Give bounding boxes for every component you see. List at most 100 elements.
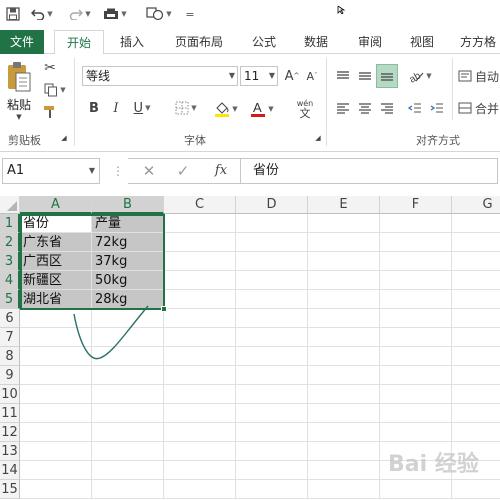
insert-function-icon[interactable]: fx [210, 162, 232, 180]
chevron-down-icon[interactable]: ▼ [89, 159, 95, 183]
cell-c2[interactable] [164, 233, 236, 252]
cell-c6[interactable] [164, 309, 236, 328]
cell-d6[interactable] [236, 309, 308, 328]
font-size-select[interactable]: 11 ▼ [240, 66, 278, 86]
tab-file[interactable]: 文件 [0, 30, 44, 54]
cell-a12[interactable] [20, 423, 92, 442]
cell-g2[interactable] [452, 233, 500, 252]
cell-a9[interactable] [20, 366, 92, 385]
name-box[interactable]: A1 ▼ [2, 158, 100, 184]
cell-g6[interactable] [452, 309, 500, 328]
cell-c12[interactable] [164, 423, 236, 442]
cell-c8[interactable] [164, 347, 236, 366]
cell-b1[interactable]: 产量 [92, 214, 164, 233]
cell-e3[interactable] [308, 252, 380, 271]
cell-d3[interactable] [236, 252, 308, 271]
row-header-13[interactable]: 13 [0, 442, 20, 461]
cell-a11[interactable] [20, 404, 92, 423]
enter-icon[interactable]: ✓ [174, 162, 192, 180]
cell-e13[interactable] [308, 442, 380, 461]
chevron-down-icon[interactable]: ▼ [47, 10, 52, 18]
chevron-down-icon[interactable]: ▼ [145, 104, 150, 112]
cell-e7[interactable] [308, 328, 380, 347]
row-header-3[interactable]: 3 [0, 252, 20, 271]
cell-b13[interactable] [92, 442, 164, 461]
cell-f9[interactable] [380, 366, 452, 385]
cell-g1[interactable] [452, 214, 500, 233]
cell-c11[interactable] [164, 404, 236, 423]
cell-d7[interactable] [236, 328, 308, 347]
border-icon[interactable]: ▼ [172, 98, 200, 118]
column-header-f[interactable]: F [380, 196, 452, 214]
font-color-icon[interactable]: A ▼ [248, 98, 276, 120]
cell-g4[interactable] [452, 271, 500, 290]
row-header-6[interactable]: 6 [0, 309, 20, 328]
redo-icon[interactable]: ▼ [66, 4, 94, 24]
cell-e14[interactable] [308, 461, 380, 480]
row-header-2[interactable]: 2 [0, 233, 20, 252]
column-header-d[interactable]: D [236, 196, 308, 214]
cell-e6[interactable] [308, 309, 380, 328]
cell-e1[interactable] [308, 214, 380, 233]
row-header-11[interactable]: 11 [0, 404, 20, 423]
cell-b10[interactable] [92, 385, 164, 404]
tab-page-layout[interactable]: 页面布局 [164, 30, 234, 54]
cell-c9[interactable] [164, 366, 236, 385]
cell-b14[interactable] [92, 461, 164, 480]
cell-f2[interactable] [380, 233, 452, 252]
cell-a10[interactable] [20, 385, 92, 404]
cell-c13[interactable] [164, 442, 236, 461]
cell-g9[interactable] [452, 366, 500, 385]
paste-icon[interactable] [4, 60, 34, 94]
format-painter-icon[interactable] [42, 104, 58, 120]
tab-review[interactable]: 审阅 [350, 30, 390, 54]
customize-icon[interactable]: = [184, 4, 196, 24]
cell-e2[interactable] [308, 233, 380, 252]
row-header-10[interactable]: 10 [0, 385, 20, 404]
chevron-down-icon[interactable]: ▼ [166, 10, 171, 18]
cell-d12[interactable] [236, 423, 308, 442]
cell-b2[interactable]: 72kg [92, 233, 164, 252]
cell-d9[interactable] [236, 366, 308, 385]
cell-a1[interactable]: 省份 [20, 214, 92, 233]
tab-view[interactable]: 视图 [402, 30, 442, 54]
cell-f1[interactable] [380, 214, 452, 233]
cell-e4[interactable] [308, 271, 380, 290]
toolbar-icon[interactable]: ▼ [100, 4, 130, 24]
cell-e9[interactable] [308, 366, 380, 385]
increase-indent-icon[interactable] [428, 98, 446, 118]
cell-c3[interactable] [164, 252, 236, 271]
cell-g12[interactable] [452, 423, 500, 442]
cell-g5[interactable] [452, 290, 500, 309]
cell-c4[interactable] [164, 271, 236, 290]
tab-home[interactable]: 开始 [54, 30, 104, 55]
row-header-14[interactable]: 14 [0, 461, 20, 480]
align-center-icon[interactable] [356, 98, 374, 118]
cell-c15[interactable] [164, 480, 236, 499]
cell-b15[interactable] [92, 480, 164, 499]
cell-f6[interactable] [380, 309, 452, 328]
cut-icon[interactable]: ✂ [42, 60, 58, 76]
save-icon[interactable] [4, 4, 22, 24]
row-header-15[interactable]: 15 [0, 480, 20, 499]
undo-icon[interactable]: ▼ [28, 4, 56, 24]
cell-b12[interactable] [92, 423, 164, 442]
cell-d5[interactable] [236, 290, 308, 309]
dialog-launcher-icon[interactable]: ◢ [314, 134, 322, 142]
row-header-7[interactable]: 7 [0, 328, 20, 347]
dialog-launcher-icon[interactable]: ◢ [60, 134, 68, 142]
tab-formulas[interactable]: 公式 [244, 30, 284, 54]
merge-center-button[interactable]: 合并 [458, 98, 500, 118]
cell-a15[interactable] [20, 480, 92, 499]
phonetic-icon[interactable]: wén 文 [290, 96, 320, 122]
font-name-select[interactable]: 等线 ▼ [82, 66, 238, 86]
tab-insert[interactable]: 插入 [112, 30, 152, 54]
cell-f11[interactable] [380, 404, 452, 423]
row-header-9[interactable]: 9 [0, 366, 20, 385]
cell-a2[interactable]: 广东省 [20, 233, 92, 252]
cell-d4[interactable] [236, 271, 308, 290]
cell-c7[interactable] [164, 328, 236, 347]
column-header-a[interactable]: A [20, 196, 92, 214]
cell-c10[interactable] [164, 385, 236, 404]
fill-color-icon[interactable]: ▼ [212, 98, 240, 120]
